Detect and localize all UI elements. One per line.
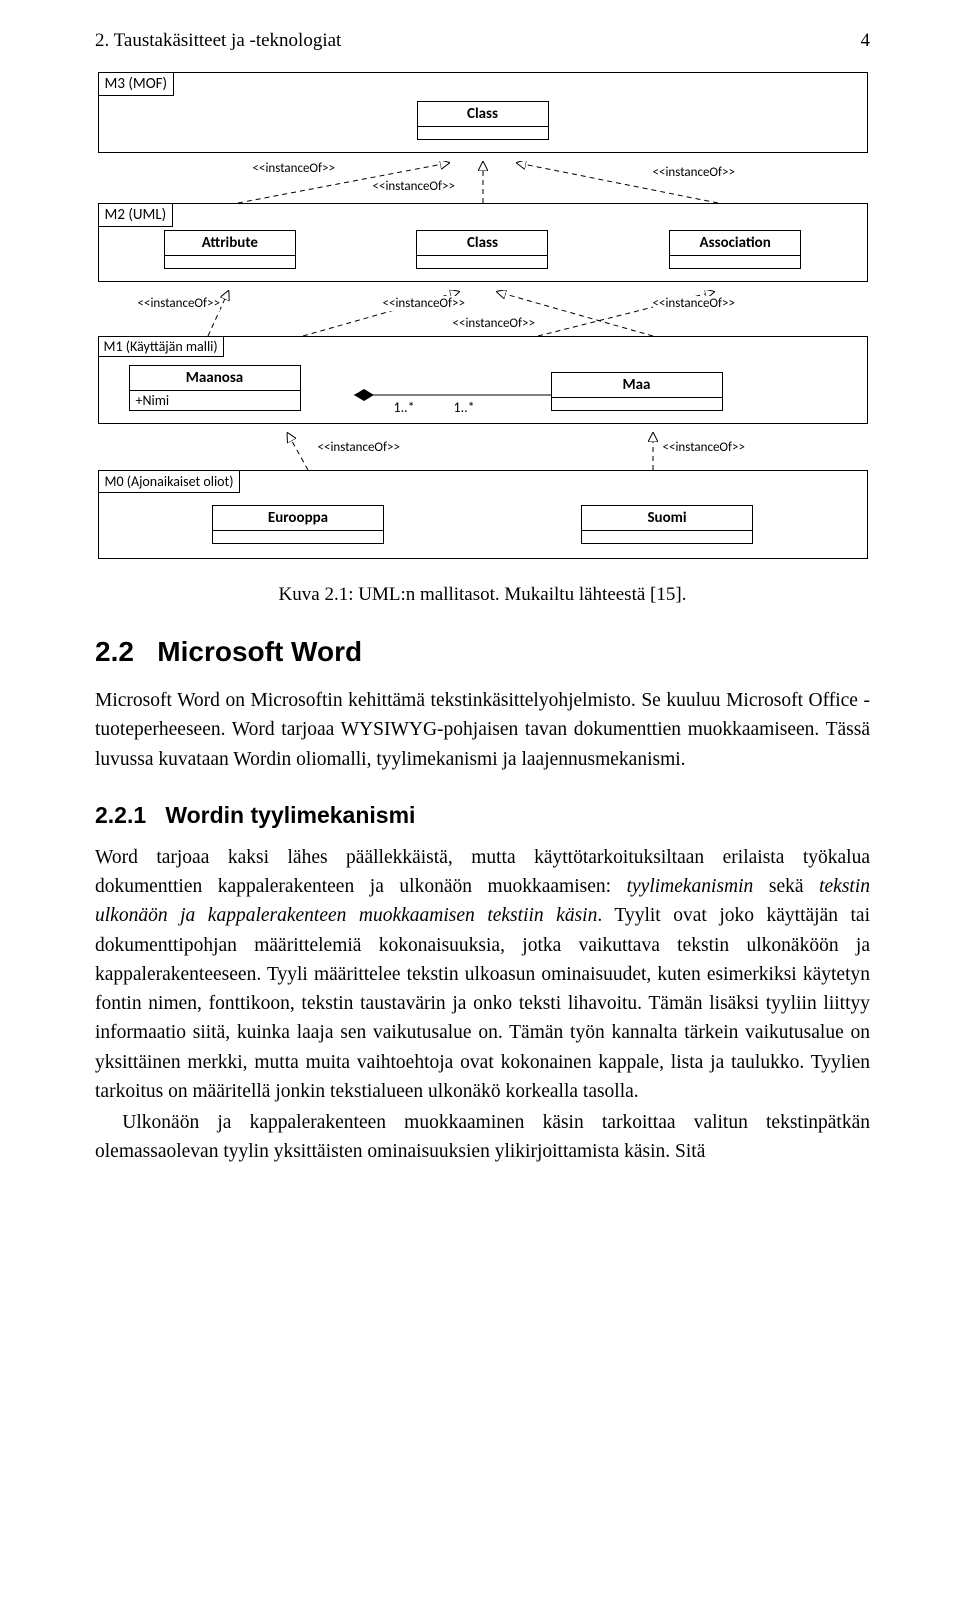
instanceof-label: <<instanceOf>> <box>318 440 400 455</box>
m2-class: Class <box>416 230 548 269</box>
page-number: 4 <box>861 30 871 52</box>
instanceof-label: <<instanceOf>> <box>138 296 220 311</box>
m3-layer: M3 (MOF) Class <box>98 72 868 153</box>
m2-attribute: Attribute <box>164 230 296 269</box>
m2-association: Association <box>669 230 801 269</box>
m3-class: Class <box>417 101 549 140</box>
paragraph-style-mechanism: Word tarjoaa kaksi lähes päällekkäistä, … <box>95 843 870 1106</box>
uml-metalevel-diagram: M3 (MOF) Class <<instanceOf>> <<instance… <box>98 72 868 559</box>
instanceof-label: <<instanceOf>> <box>663 440 745 455</box>
m2-label: M2 (UML) <box>98 203 174 227</box>
section-title: Microsoft Word <box>157 636 362 667</box>
subsection-number: 2.2.1 <box>95 802 146 828</box>
multiplicity: 1..* <box>394 399 415 416</box>
multiplicity: 1..* <box>454 399 475 416</box>
m0-suomi: Suomi <box>581 505 753 544</box>
running-header: 2. Taustakäsitteet ja -teknologiat 4 <box>95 30 870 52</box>
instanceof-label: <<instanceOf>> <box>383 296 465 311</box>
m1-layer: M1 (Käyttäjän malli) Maanosa +Nimi 1..* … <box>98 336 868 424</box>
instanceof-label: <<instanceOf>> <box>253 161 335 176</box>
paragraph-intro: Microsoft Word on Microsoftin kehittämä … <box>95 686 870 774</box>
arrows-m2-m3: <<instanceOf>> <<instanceOf>> <<instance… <box>98 161 868 203</box>
m2-layer: M2 (UML) Attribute Class Association <box>98 203 868 282</box>
arrows-m0-m1: <<instanceOf>> <<instanceOf>> <box>98 432 868 470</box>
m0-eurooppa: Eurooppa <box>212 505 384 544</box>
header-title: 2. Taustakäsitteet ja -teknologiat <box>95 30 341 52</box>
instanceof-label: <<instanceOf>> <box>373 179 455 194</box>
instanceof-label: <<instanceOf>> <box>453 316 535 331</box>
subsection-title: Wordin tyylimekanismi <box>165 802 415 828</box>
section-heading: 2.2 Microsoft Word <box>95 636 870 668</box>
m0-layer: M0 (Ajonaikaiset oliot) Eurooppa Suomi <box>98 470 868 559</box>
arrows-m1-m2: <<instanceOf>> <<instanceOf>> <<instance… <box>98 290 868 336</box>
m1-maa: Maa <box>551 372 723 411</box>
m0-label: M0 (Ajonaikaiset oliot) <box>98 470 241 493</box>
section-number: 2.2 <box>95 636 134 667</box>
figure-caption: Kuva 2.1: UML:n mallitasot. Mukailtu läh… <box>95 584 870 606</box>
subsection-heading: 2.2.1 Wordin tyylimekanismi <box>95 802 870 829</box>
paragraph-manual-edit: Ulkonäön ja kappalerakenteen muokkaamine… <box>95 1108 870 1167</box>
instanceof-label: <<instanceOf>> <box>653 296 735 311</box>
m1-maanosa: Maanosa +Nimi <box>129 365 301 411</box>
m3-label: M3 (MOF) <box>98 72 175 96</box>
instanceof-label: <<instanceOf>> <box>653 165 735 180</box>
